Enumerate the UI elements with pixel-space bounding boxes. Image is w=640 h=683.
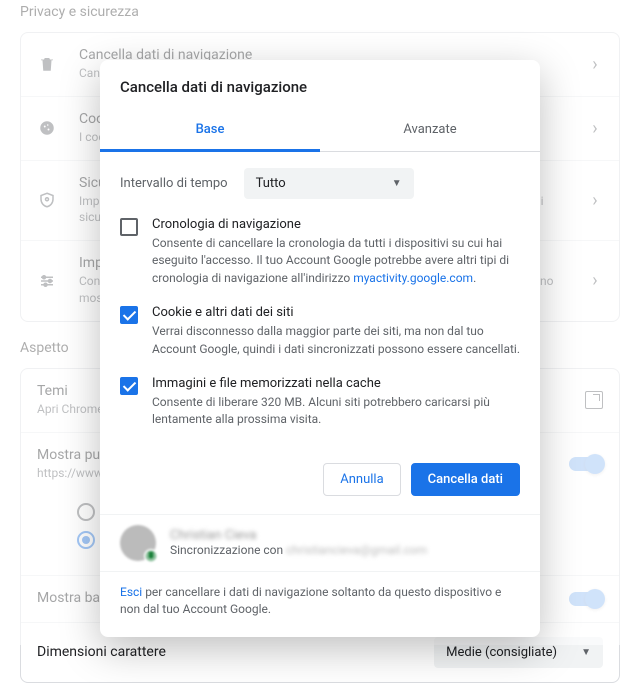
chevron-down-icon: ▼: [392, 178, 402, 189]
sync-badge-icon: [144, 549, 158, 563]
dialog-actions: Annulla Cancella dati: [100, 459, 540, 514]
check-row-cache: Immagini e file memorizzati nella cache …: [120, 376, 520, 429]
select-value: Medie (consigliate): [446, 645, 557, 660]
check-desc: Consente di liberare 320 MB. Alcuni siti…: [152, 394, 520, 429]
tab-advanced[interactable]: Avanzate: [320, 110, 540, 151]
check-row-history: Cronologia di navigazione Consente di ca…: [120, 217, 520, 287]
row-title: Dimensioni carattere: [37, 644, 434, 660]
cancel-button[interactable]: Annulla: [323, 463, 400, 496]
select-value: Tutto: [256, 176, 286, 191]
myactivity-link[interactable]: myactivity.google.com: [353, 271, 473, 285]
account-sync-text: Sincronizzazione con christiancieva@gmai…: [170, 543, 427, 557]
time-range-label: Intervallo di tempo: [120, 176, 228, 191]
account-row: Christian Cieva Sincronizzazione con chr…: [100, 514, 540, 571]
clear-data-dialog: Cancella dati di navigazione Base Avanza…: [100, 60, 540, 637]
time-range-select[interactable]: Tutto ▼: [244, 168, 414, 199]
check-desc: Verrai disconnesso dalla maggior parte d…: [152, 323, 520, 358]
check-title: Cookie e altri dati dei siti: [152, 305, 520, 320]
signout-link[interactable]: Esci: [120, 585, 142, 599]
chevron-down-icon: ▼: [581, 647, 591, 658]
signout-hint: Esci per cancellare i dati di navigazion…: [100, 571, 540, 637]
check-title: Immagini e file memorizzati nella cache: [152, 376, 520, 391]
checkbox-history[interactable]: [120, 218, 138, 236]
clear-data-button[interactable]: Cancella dati: [411, 463, 520, 496]
check-title: Cronologia di navigazione: [152, 217, 520, 232]
dialog-body: Intervallo di tempo Tutto ▼ Cronologia d…: [100, 152, 540, 459]
checkbox-cache[interactable]: [120, 377, 138, 395]
avatar: [120, 525, 156, 561]
check-row-cookies: Cookie e altri dati dei siti Verrai disc…: [120, 305, 520, 358]
dialog-title: Cancella dati di navigazione: [100, 60, 540, 110]
time-range-row: Intervallo di tempo Tutto ▼: [120, 168, 520, 199]
checkbox-cookies[interactable]: [120, 306, 138, 324]
account-name: Christian Cieva: [170, 528, 427, 543]
dialog-tabs: Base Avanzate: [100, 110, 540, 152]
tab-basic[interactable]: Base: [100, 110, 320, 152]
check-desc: Consente di cancellare la cronologia da …: [152, 235, 520, 287]
